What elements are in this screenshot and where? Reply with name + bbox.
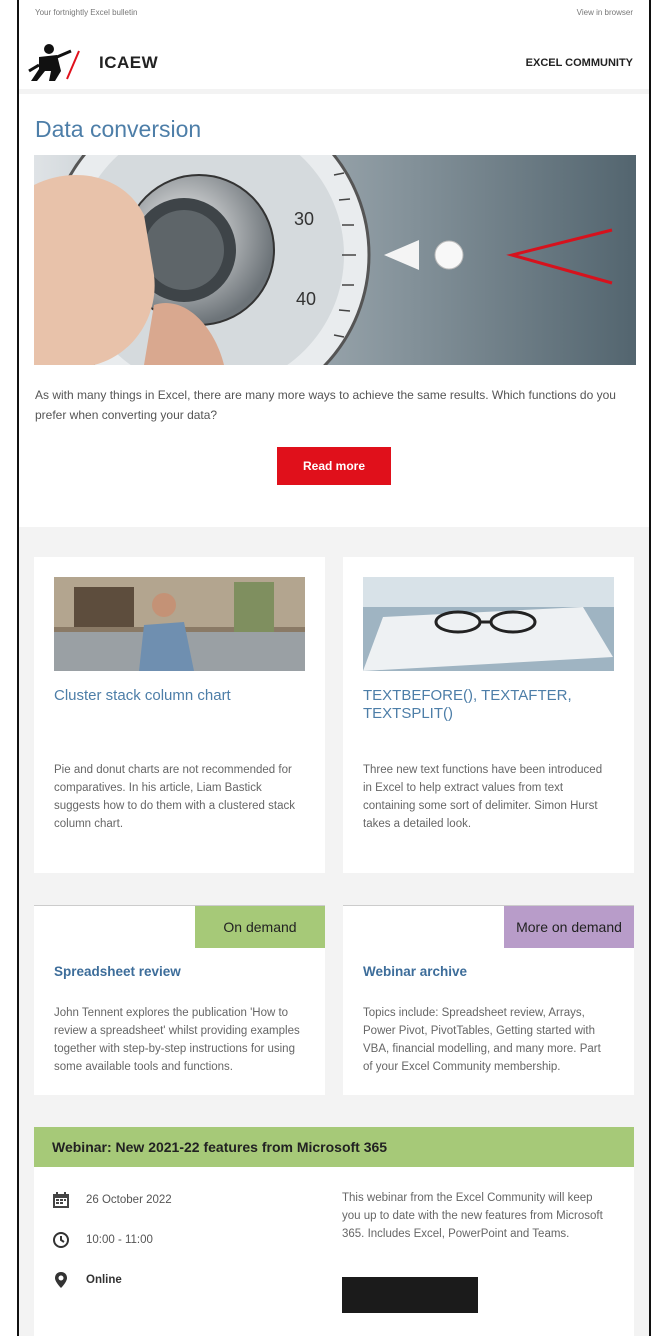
article-text: Three new text functions have been intro… — [363, 764, 603, 830]
article-card-chart[interactable]: Cluster stack column chart Pie and donut… — [34, 557, 325, 873]
more-on-demand-tag: More on demand — [504, 906, 634, 948]
webinar-register-button[interactable] — [342, 1277, 478, 1313]
on-demand-text: John Tennent explores the publication 'H… — [54, 1007, 300, 1073]
on-demand-tag: On demand — [195, 906, 325, 948]
email-frame: Your fortnightly Excel bulletin View in … — [17, 0, 651, 1336]
on-demand-row: On demand Spreadsheet review John Tennen… — [34, 905, 634, 1095]
webinar-time: 10:00 - 11:00 — [86, 1234, 153, 1246]
icaew-figure-icon — [28, 43, 80, 81]
svg-text:40: 40 — [296, 289, 316, 309]
more-on-demand-title[interactable]: Webinar archive — [363, 964, 467, 979]
webinar-date: 26 October 2022 — [86, 1194, 172, 1206]
articles-row: Cluster stack column chart Pie and donut… — [34, 557, 634, 873]
on-demand-title[interactable]: Spreadsheet review — [54, 964, 181, 979]
clock-icon — [53, 1232, 69, 1248]
webinar-details: 26 October 2022 10:00 - 11:00 Online — [52, 1189, 342, 1313]
hero-title[interactable]: Data conversion — [19, 94, 649, 155]
webinar-location: Online — [86, 1274, 122, 1286]
webinar-date-row: 26 October 2022 — [52, 1189, 342, 1211]
more-on-demand-card[interactable]: More on demand Webinar archive Topics in… — [343, 905, 634, 1095]
webinar-title[interactable]: Webinar: New 2021-22 features from Micro… — [34, 1127, 634, 1167]
webinar-time-row: 10:00 - 11:00 — [52, 1229, 342, 1251]
man-on-sofa-image[interactable] — [54, 577, 305, 671]
location-pin-icon — [55, 1272, 67, 1288]
logo-text: ICAEW — [99, 52, 159, 72]
webinar-body: 26 October 2022 10:00 - 11:00 Online Thi… — [34, 1167, 634, 1313]
article-card-text-functions[interactable]: TEXTBEFORE(), TEXTAFTER, TEXTSPLIT() Thr… — [343, 557, 634, 873]
webinar-section: Webinar: New 2021-22 features from Micro… — [34, 1127, 634, 1336]
on-demand-card[interactable]: On demand Spreadsheet review John Tennen… — [34, 905, 325, 1095]
community-label: EXCEL COMMUNITY — [525, 56, 633, 69]
svg-text:30: 30 — [294, 209, 314, 229]
article-text: Pie and donut charts are not recommended… — [54, 764, 295, 830]
read-more-wrap: Read more — [19, 425, 649, 527]
top-bar: Your fortnightly Excel bulletin View in … — [19, 0, 649, 36]
webinar-description-col: This webinar from the Excel Community wi… — [342, 1189, 612, 1313]
calendar-icon — [53, 1192, 69, 1208]
header: ICAEW EXCEL COMMUNITY — [19, 36, 649, 94]
view-in-browser-link[interactable]: View in browser — [577, 8, 633, 17]
more-on-demand-text: Topics include: Spreadsheet review, Arra… — [363, 1007, 601, 1073]
bulletin-label: Your fortnightly Excel bulletin — [35, 8, 138, 17]
hero-description: As with many things in Excel, there are … — [35, 388, 616, 422]
icaew-logo[interactable]: ICAEW — [27, 41, 158, 85]
glasses-on-papers-image[interactable] — [363, 577, 614, 671]
hero-safe-dial-image[interactable]: 30 40 — [34, 155, 636, 365]
read-more-button[interactable]: Read more — [277, 447, 391, 485]
article-title[interactable]: Cluster stack column chart — [54, 687, 305, 747]
webinar-location-row: Online — [52, 1269, 342, 1291]
article-title[interactable]: TEXTBEFORE(), TEXTAFTER, TEXTSPLIT() — [363, 687, 614, 747]
content-section: Cluster stack column chart Pie and donut… — [19, 527, 649, 1336]
webinar-description: This webinar from the Excel Community wi… — [342, 1192, 603, 1240]
